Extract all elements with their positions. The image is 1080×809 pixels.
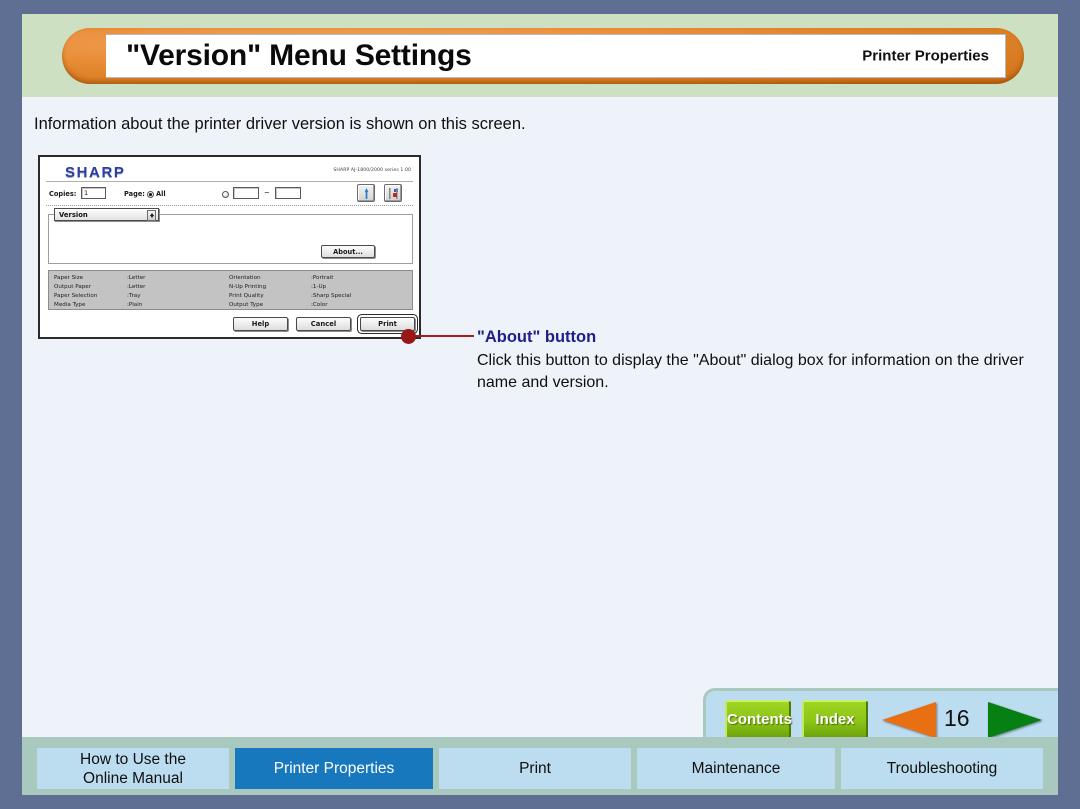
help-button[interactable]: Help: [233, 317, 288, 331]
callout-description: Click this button to display the "About"…: [477, 352, 1024, 391]
summary-value: :Tray: [127, 293, 141, 299]
divider-dotted: [46, 205, 413, 206]
summary-label: Paper Selection: [54, 293, 98, 299]
page-range-radio[interactable]: [222, 191, 229, 198]
summary-value: :Plain: [127, 302, 143, 308]
settings-icon[interactable]: [384, 184, 402, 202]
page-all-radio[interactable]: [147, 191, 154, 198]
settings-summary: Paper Size :Letter Orientation :Portrait…: [48, 270, 413, 310]
range-separator: ~: [264, 189, 270, 197]
summary-value: :Letter: [127, 284, 146, 290]
previous-page-icon[interactable]: [882, 702, 936, 738]
sharp-logo: SHARP: [65, 164, 126, 181]
divider: [46, 181, 413, 182]
updown-arrow-icon: [147, 210, 156, 221]
summary-value: :1-Up: [311, 284, 327, 290]
output-icon[interactable]: [357, 184, 375, 202]
summary-label: Output Type: [229, 302, 264, 308]
page-title: "Version" Menu Settings: [126, 39, 472, 72]
contents-button[interactable]: Contents: [725, 700, 792, 739]
callout-marker: [401, 329, 416, 344]
version-popup-menu[interactable]: Version: [54, 208, 159, 221]
print-dialog-screenshot: SHARP SHARP AJ-1800/2000 series 1.00 Cop…: [38, 155, 421, 339]
index-button[interactable]: Index: [802, 700, 868, 739]
section-badge: Printer Properties: [862, 47, 989, 65]
next-page-icon[interactable]: [988, 702, 1042, 738]
page-all-label: All: [156, 190, 166, 198]
driver-version-text: SHARP AJ-1800/2000 series 1.00: [333, 168, 411, 173]
summary-value: :Portrait: [311, 275, 334, 281]
copies-label: Copies:: [49, 190, 77, 198]
version-popup-label: Version: [59, 211, 88, 219]
tab-how-to-use[interactable]: How to Use the Online Manual: [37, 748, 229, 789]
footer-tabbar: How to Use the Online Manual Printer Pro…: [22, 737, 1058, 795]
summary-label: Output Paper: [54, 284, 92, 290]
manual-page: "Version" Menu Settings Printer Properti…: [22, 14, 1058, 795]
intro-paragraph: Information about the printer driver ver…: [34, 115, 526, 133]
summary-label: Media Type: [54, 302, 86, 308]
tab-printer-properties[interactable]: Printer Properties: [235, 748, 433, 789]
tab-print[interactable]: Print: [439, 748, 631, 789]
summary-value: :Sharp Special: [311, 293, 352, 299]
copies-value: 1: [84, 189, 89, 197]
callout-leader-line: [408, 335, 474, 337]
page-number: 16: [944, 705, 970, 731]
summary-label: Paper Size: [54, 275, 84, 281]
page-to-input[interactable]: [275, 187, 301, 199]
summary-value: :Letter: [127, 275, 146, 281]
callout-title: "About" button: [477, 328, 597, 346]
about-button[interactable]: About...: [321, 245, 375, 258]
page-body: Information about the printer driver ver…: [22, 97, 1058, 749]
page-from-input[interactable]: [233, 187, 259, 199]
cancel-button[interactable]: Cancel: [296, 317, 351, 331]
page-label: Page:: [124, 190, 145, 198]
summary-label: N-Up Printing: [229, 284, 267, 290]
tab-troubleshooting[interactable]: Troubleshooting: [841, 748, 1043, 789]
tab-maintenance[interactable]: Maintenance: [637, 748, 835, 789]
title-pill: "Version" Menu Settings Printer Properti…: [62, 28, 1024, 84]
summary-label: Print Quality: [229, 293, 264, 299]
summary-label: Orientation: [229, 275, 261, 281]
summary-value: :Color: [311, 302, 328, 308]
page-header: "Version" Menu Settings Printer Properti…: [22, 14, 1058, 97]
title-plate: "Version" Menu Settings Printer Properti…: [106, 34, 1006, 78]
